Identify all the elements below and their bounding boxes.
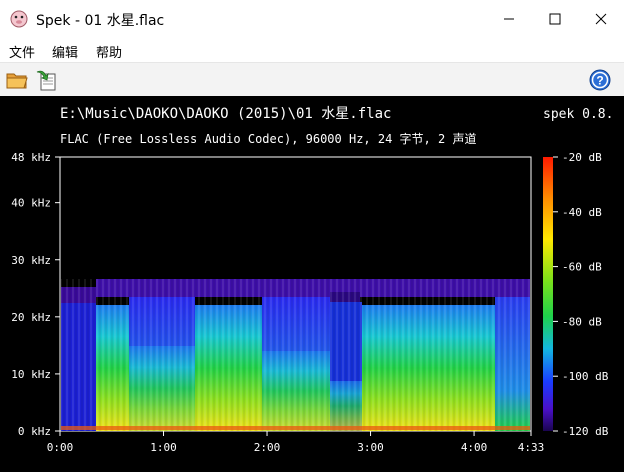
menu-help[interactable]: 帮助 [96, 42, 122, 61]
freq-tick-label: 0 kHz [18, 425, 51, 438]
open-file-button[interactable] [5, 68, 29, 92]
folder-open-icon [6, 73, 28, 89]
title-bar: Spek - 01 水星.flac [0, 0, 624, 38]
freq-tick-label: 10 kHz [11, 368, 51, 381]
freq-tick-label: 48 kHz [11, 151, 51, 164]
spek-app-icon [10, 10, 28, 28]
db-color-bar [543, 157, 553, 431]
time-tick-label: 4:33 [518, 441, 545, 454]
db-tick-label: -40 dB [562, 206, 602, 219]
db-tick-label: -20 dB [562, 151, 602, 164]
freq-tick-label: 30 kHz [11, 254, 51, 267]
help-button[interactable]: ? [588, 68, 612, 92]
spectrogram-area: E:\Music\DAOKO\DAOKO (2015)\01 水星.flac s… [0, 96, 624, 472]
close-icon [595, 13, 607, 25]
freq-tick-label: 20 kHz [11, 311, 51, 324]
file-path-label: E:\Music\DAOKO\DAOKO (2015)\01 水星.flac [60, 106, 391, 122]
minimize-button[interactable] [486, 0, 532, 38]
spectrogram-image [61, 279, 530, 431]
window-title: Spek - 01 水星.flac [36, 13, 165, 29]
db-tick-label: -60 dB [562, 261, 602, 274]
close-button[interactable] [578, 0, 624, 38]
freq-tick-label: 40 kHz [11, 197, 51, 210]
menu-edit[interactable]: 编辑 [52, 42, 78, 61]
maximize-button[interactable] [532, 0, 578, 38]
menu-file[interactable]: 文件 [9, 42, 35, 61]
toolbar: ? [0, 62, 624, 98]
db-tick-label: -80 dB [562, 315, 602, 328]
save-export-icon [36, 70, 56, 91]
app-version-label: spek 0.8. [543, 107, 613, 122]
minimize-icon [504, 18, 514, 20]
time-tick-label: 1:00 [150, 441, 177, 454]
time-tick-label: 3:00 [357, 441, 384, 454]
save-button[interactable] [34, 68, 58, 92]
time-axis: 0:00 1:00 2:00 3:00 4:00 4:33 [47, 431, 545, 454]
time-tick-label: 0:00 [47, 441, 74, 454]
streak-texture [61, 279, 530, 431]
bass-line [61, 426, 530, 430]
spectrogram-svg: E:\Music\DAOKO\DAOKO (2015)\01 水星.flac s… [11, 106, 613, 454]
help-icon: ? [589, 69, 611, 91]
db-scale: -20 dB -40 dB -60 dB -80 dB -100 dB -120 dB [553, 151, 609, 438]
maximize-icon [549, 13, 561, 25]
db-tick-label: -100 dB [562, 370, 609, 383]
audio-info-label: FLAC (Free Lossless Audio Codec), 96000 … [60, 131, 476, 146]
db-tick-label: -120 dB [562, 425, 609, 438]
menu-bar: 文件 编辑 帮助 [0, 38, 624, 62]
time-tick-label: 2:00 [254, 441, 281, 454]
svg-text:?: ? [596, 74, 603, 88]
frequency-axis: 48 kHz 40 kHz 30 kHz 20 kHz 10 kHz 0 kHz [11, 151, 60, 438]
time-tick-label: 4:00 [461, 441, 488, 454]
